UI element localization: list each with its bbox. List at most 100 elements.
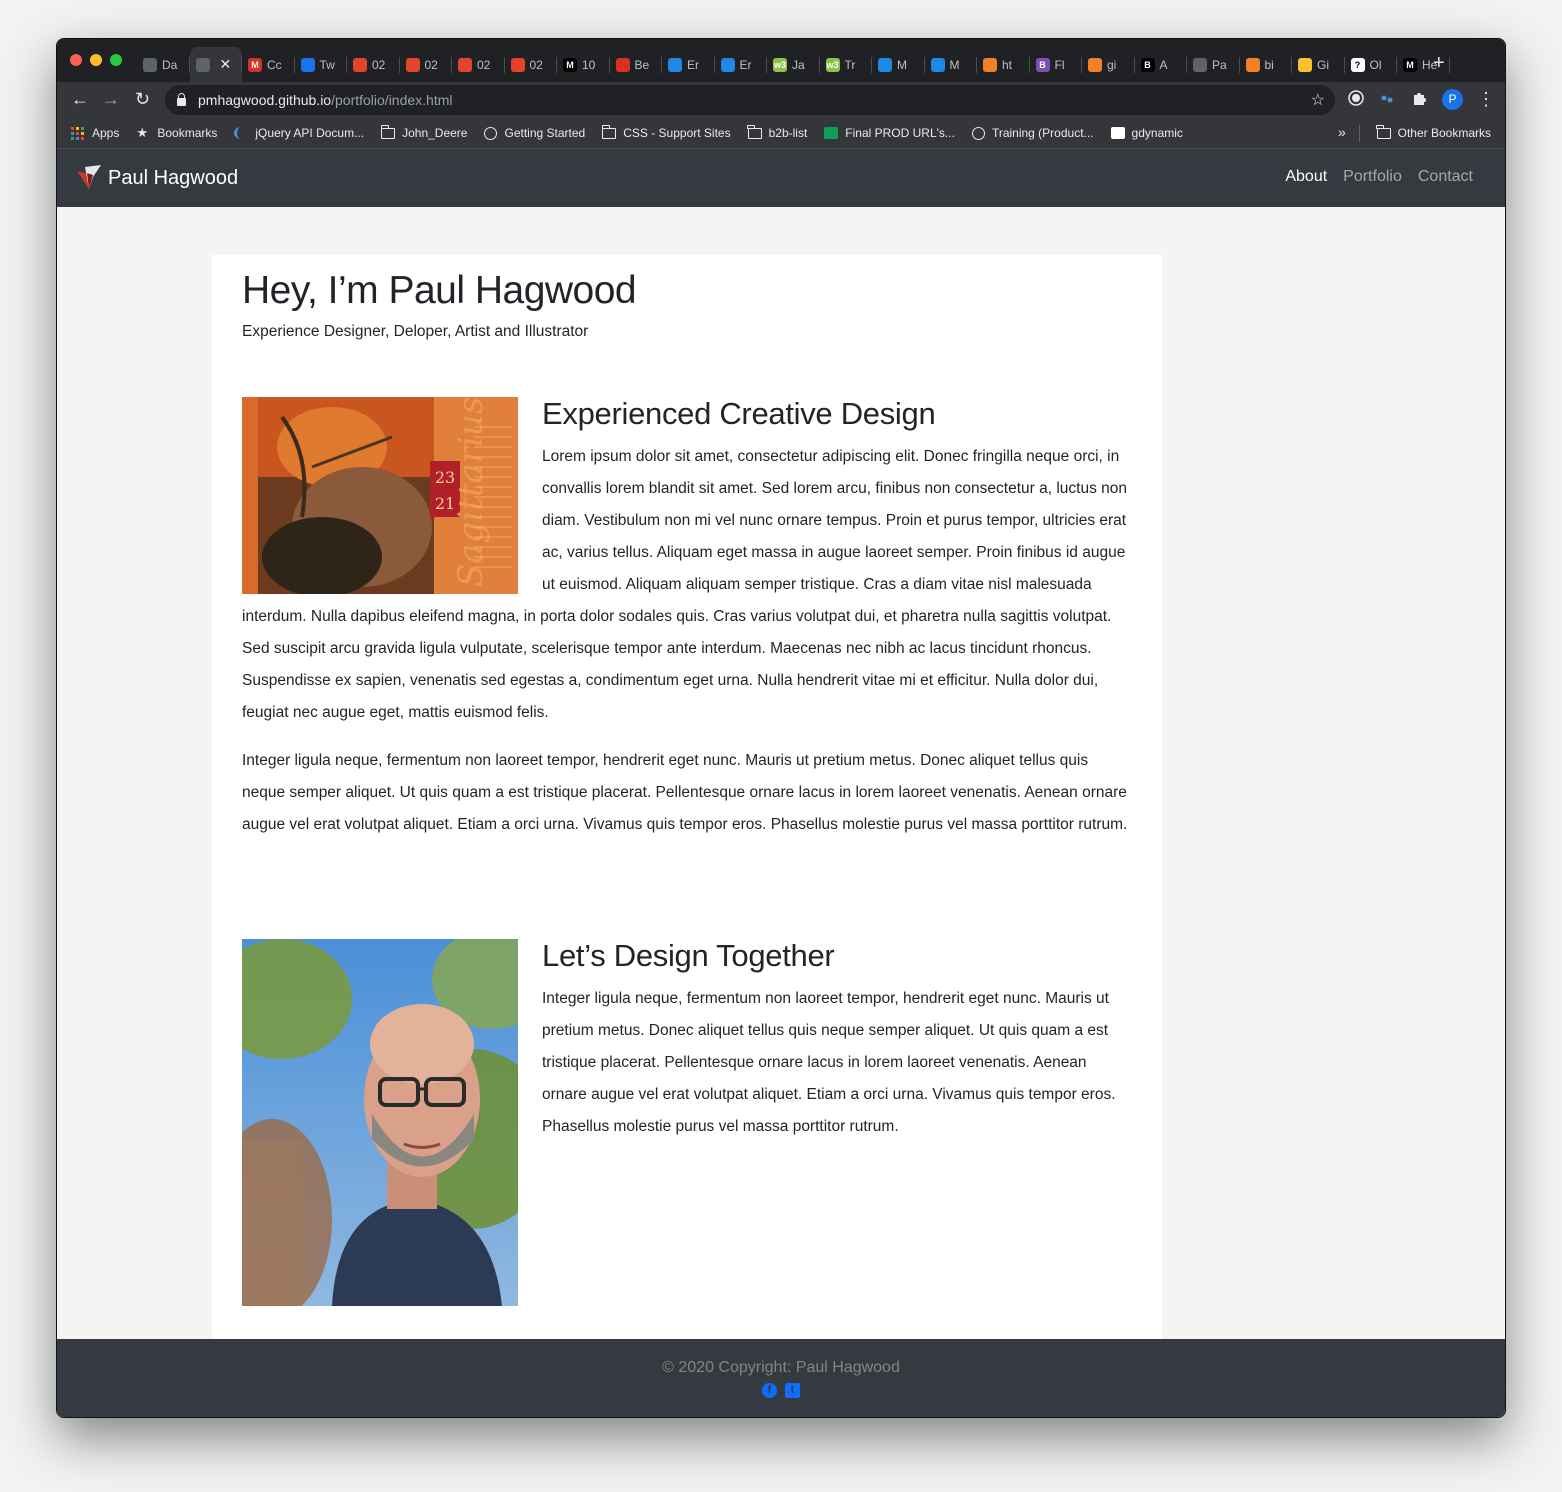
bookmark-item[interactable]: John_Deere (380, 124, 467, 140)
bookmark-item[interactable]: gdynamic (1110, 126, 1183, 140)
bookmark-star-icon[interactable]: ☆ (1311, 90, 1325, 110)
browser-tab[interactable]: Pa (1187, 47, 1240, 82)
bookmarks-bar: Apps ★ Bookmarks jQuery API Docum... John_De… (57, 118, 1505, 149)
new-tab-button[interactable]: + (1433, 52, 1445, 75)
other-bookmarks-button[interactable]: Other Bookmarks (1376, 124, 1491, 140)
browser-tab[interactable]: ? Ol (1345, 47, 1398, 82)
browser-tab[interactable]: 02 (347, 47, 400, 82)
bookmark-label: Apps (92, 126, 120, 140)
more-bookmarks-button[interactable]: » (1338, 124, 1346, 140)
tab-label: Er (739, 57, 752, 72)
tab-favicon-icon (458, 57, 472, 72)
bookmark-item[interactable]: Apps (71, 126, 119, 140)
tab-favicon-icon (143, 57, 157, 72)
record-extension-icon[interactable] (1347, 90, 1365, 108)
close-tab-icon[interactable]: ✕ (220, 56, 232, 73)
browser-tab[interactable]: Gi (1292, 47, 1345, 82)
tab-label: 02 (477, 57, 491, 72)
folder-icon (380, 124, 396, 139)
bookmark-label: gdynamic (1131, 126, 1183, 140)
tab-favicon-icon: B (1140, 57, 1155, 72)
browser-tab[interactable]: M (872, 47, 925, 82)
tab-label: 02 (424, 57, 438, 72)
bookmark-item[interactable]: CSS - Support Sites (601, 124, 731, 140)
reload-button[interactable]: ↻ (135, 89, 150, 109)
browser-tab[interactable]: M Cc (242, 47, 295, 82)
browser-tab[interactable]: M 10 (557, 47, 610, 82)
tab-label: Er (687, 57, 699, 72)
close-window-button[interactable] (70, 54, 82, 66)
browser-tab[interactable]: gi (1082, 47, 1135, 82)
extensions-puzzle-icon[interactable] (1410, 90, 1428, 108)
nav-about[interactable]: About (1285, 168, 1327, 186)
page-subtitle: Experience Designer, Deloper, Artist and… (242, 323, 589, 340)
browser-tab[interactable]: bi (1240, 47, 1293, 82)
forward-button[interactable]: → (102, 89, 120, 109)
tab-label: Cc (267, 57, 282, 72)
browser-tab[interactable]: Tw (295, 47, 348, 82)
browser-tab[interactable]: Er (715, 47, 768, 82)
tab-favicon-icon (405, 57, 420, 72)
url-path: /portfolio/index.html (331, 92, 453, 108)
tab-label: M (949, 57, 960, 72)
tab-label: Gi (1317, 57, 1329, 72)
tab-favicon-icon (615, 57, 630, 72)
browser-tab[interactable]: Er (662, 47, 715, 82)
back-button[interactable]: ← (71, 89, 89, 109)
tab-favicon-icon: B (1035, 57, 1050, 72)
tab-favicon-icon: w3 (773, 57, 787, 72)
star-icon: ★ (136, 125, 149, 140)
browser-tab[interactable]: M (925, 47, 978, 82)
tab-label: gi (1107, 57, 1117, 72)
web-page: Paul Hagwood About Portfolio Contact Hey… (57, 149, 1505, 1417)
nav-portfolio[interactable]: Portfolio (1343, 168, 1402, 186)
profile-avatar[interactable]: P (1442, 89, 1463, 110)
tab-favicon-icon (930, 57, 945, 72)
tab-favicon-icon: w3 (825, 57, 840, 72)
link-extension-icon[interactable] (1378, 90, 1396, 108)
browser-tab[interactable]: 02 (400, 47, 453, 82)
browser-tab[interactable]: Da (137, 47, 190, 82)
browser-menu-icon[interactable]: ⋮ (1477, 89, 1495, 109)
folder-icon (747, 124, 762, 139)
browser-tab[interactable]: Be (610, 47, 663, 82)
brand-logo-icon (77, 165, 101, 189)
tab-favicon-icon (1193, 57, 1207, 72)
bookmark-label: CSS - Support Sites (623, 126, 731, 140)
tab-favicon-icon (353, 57, 367, 72)
bookmark-item[interactable]: Final PROD URL's... (824, 126, 955, 140)
minimize-window-button[interactable] (90, 54, 102, 66)
browser-tab[interactable]: ht (977, 47, 1030, 82)
tab-favicon-icon: M (1403, 57, 1417, 72)
bookmark-label: Final PROD URL's... (845, 126, 955, 140)
browser-tab[interactable]: B Fl (1030, 47, 1083, 82)
facebook-icon[interactable]: f (762, 1383, 777, 1398)
address-bar[interactable]: pmhagwood.github.io/portfolio/index.html… (165, 85, 1335, 115)
tab-label: M (897, 57, 907, 72)
bookmark-item[interactable]: Getting Started (484, 126, 585, 140)
browser-tab[interactable]: 02 (452, 47, 505, 82)
tab-favicon-icon (668, 57, 682, 72)
browser-tab[interactable]: 02 (505, 47, 558, 82)
bookmark-item[interactable]: ★ Bookmarks (136, 126, 217, 140)
bookmark-item[interactable]: jQuery API Docum... (234, 126, 364, 140)
tab-label: 10 (582, 57, 596, 72)
section-paragraph: Integer ligula neque, fermentum non laor… (242, 752, 1128, 833)
browser-tab[interactable]: BA (1135, 47, 1188, 82)
tab-label: Ja (792, 57, 805, 72)
browser-tab[interactable]: ✕ (189, 47, 242, 82)
bookmark-item[interactable]: Training (Product... (971, 126, 1094, 140)
tab-label: Tr (844, 57, 856, 72)
tab-label: 02 (372, 57, 386, 72)
twitter-icon[interactable]: t (785, 1383, 800, 1398)
tab-favicon-icon (510, 57, 525, 72)
tab-label: Tw (319, 57, 335, 72)
brand-link[interactable]: Paul Hagwood (75, 163, 238, 193)
bookmark-item[interactable]: b2b-list (747, 124, 807, 140)
browser-tab[interactable]: w3 Tr (820, 47, 873, 82)
nav-contact[interactable]: Contact (1418, 168, 1473, 186)
browser-tab[interactable]: w3 Ja (767, 47, 820, 82)
maximize-window-button[interactable] (110, 54, 122, 66)
brand-name: Paul Hagwood (108, 166, 239, 189)
tab-label: Be (634, 57, 650, 72)
